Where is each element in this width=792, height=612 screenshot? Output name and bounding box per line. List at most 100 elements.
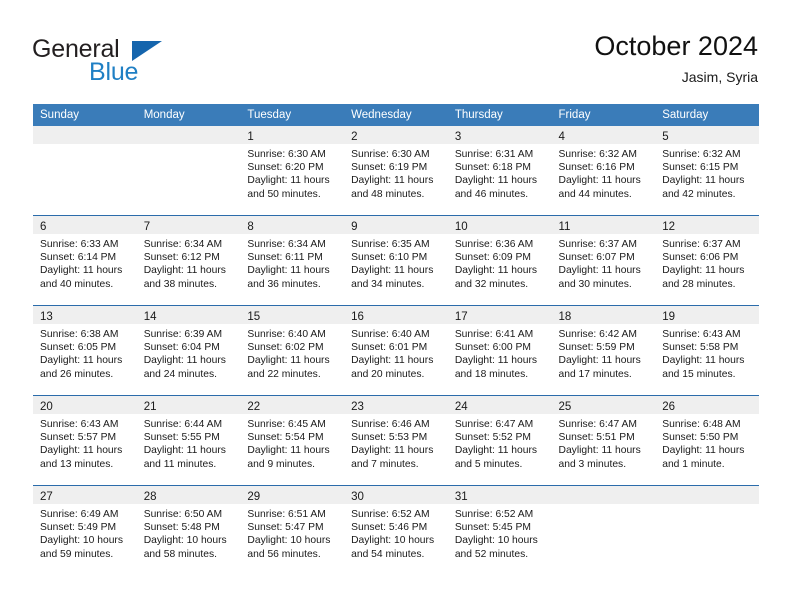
calendar-day-cell[interactable]: 28 Sunrise: 6:50 AM Sunset: 5:48 PM Dayligh…: [136, 485, 241, 575]
day-number-band: 27: [33, 486, 137, 504]
day-number-band: 7: [136, 216, 241, 234]
calendar-day-cell[interactable]: 30 Sunrise: 6:52 AM Sunset: 5:46 PM Dayligh…: [344, 485, 448, 575]
calendar-day-cell[interactable]: 8 Sunrise: 6:34 AM Sunset: 6:11 PM Daylight…: [240, 215, 345, 306]
calendar-day-cell[interactable]: 31 Sunrise: 6:52 AM Sunset: 5:45 PM Dayligh…: [447, 485, 552, 575]
daylight-duration-line2: and 54 minutes.: [351, 548, 425, 560]
calendar-day-cell[interactable]: 24 Sunrise: 6:47 AM Sunset: 5:52 PM Dayligh…: [447, 395, 552, 486]
day-number: 4: [558, 131, 565, 143]
sunset-time: Sunset: 6:11 PM: [247, 252, 323, 264]
sunrise-time: Sunrise: 6:43 AM: [662, 329, 741, 340]
calendar-day-cell[interactable]: 17 Sunrise: 6:41 AM Sunset: 6:00 PM Dayligh…: [447, 305, 552, 396]
calendar-day-cell[interactable]: 14 Sunrise: 6:39 AM Sunset: 6:04 PM Dayligh…: [136, 305, 241, 396]
day-cell-details: Sunrise: 6:34 AM Sunset: 6:12 PM Daylight:…: [137, 234, 241, 291]
calendar-day-cell[interactable]: 6 Sunrise: 6:33 AM Sunset: 6:14 PM Daylight…: [33, 215, 137, 306]
calendar-day-cell[interactable]: 4 Sunrise: 6:32 AM Sunset: 6:16 PM Daylight…: [551, 126, 656, 216]
calendar-day-cell[interactable]: 13 Sunrise: 6:38 AM Sunset: 6:05 PM Dayligh…: [33, 305, 137, 396]
sunrise-time: Sunrise: 6:47 AM: [454, 419, 534, 430]
sunrise-time: Sunrise: 6:36 AM: [454, 239, 534, 250]
daylight-duration-line1: Daylight: 11 hours: [558, 445, 641, 457]
calendar-day-cell-empty: [33, 126, 137, 216]
day-cell-details: Sunrise: 6:45 AM Sunset: 5:54 PM Daylight:…: [240, 414, 344, 471]
calendar-day-cell[interactable]: 3 Sunrise: 6:31 AM Sunset: 6:18 PM Daylight…: [447, 126, 552, 216]
daylight-duration-line1: Daylight: 11 hours: [454, 355, 538, 367]
day-number: 8: [247, 221, 254, 233]
day-cell-details: Sunrise: 6:32 AM Sunset: 6:16 PM Daylight:…: [552, 144, 656, 201]
sunrise-time: Sunrise: 6:32 AM: [662, 149, 741, 160]
sunrise-time: Sunrise: 6:44 AM: [143, 419, 223, 430]
daylight-duration-line2: and 5 minutes.: [454, 458, 523, 470]
weekday-header-thursday: Thursday: [447, 104, 552, 126]
daylight-duration-line2: and 56 minutes.: [247, 548, 321, 560]
daylight-duration-line1: Daylight: 11 hours: [558, 175, 641, 187]
calendar-day-cell[interactable]: 2 Sunrise: 6:30 AM Sunset: 6:19 PM Daylight…: [344, 126, 448, 216]
day-number-band: 9: [344, 216, 448, 234]
calendar-day-cell[interactable]: 10 Sunrise: 6:36 AM Sunset: 6:09 PM Dayligh…: [447, 215, 552, 306]
daylight-duration-line1: Daylight: 11 hours: [247, 265, 330, 277]
calendar-day-cell[interactable]: 22 Sunrise: 6:45 AM Sunset: 5:54 PM Dayligh…: [240, 395, 345, 486]
sunrise-time: Sunrise: 6:43 AM: [40, 419, 119, 430]
calendar-day-cell[interactable]: 9 Sunrise: 6:35 AM Sunset: 6:10 PM Daylight…: [344, 215, 448, 306]
calendar-day-cell[interactable]: 11 Sunrise: 6:37 AM Sunset: 6:07 PM Dayligh…: [551, 215, 656, 306]
calendar-day-cell[interactable]: 29 Sunrise: 6:51 AM Sunset: 5:47 PM Dayligh…: [240, 485, 345, 575]
day-number: 12: [662, 221, 676, 233]
day-number: 13: [40, 311, 53, 323]
calendar-week-row: 27 Sunrise: 6:49 AM Sunset: 5:49 PM Dayligh…: [33, 485, 759, 575]
calendar-day-cell[interactable]: 27 Sunrise: 6:49 AM Sunset: 5:49 PM Dayligh…: [33, 485, 137, 575]
calendar-day-cell[interactable]: 26 Sunrise: 6:48 AM Sunset: 5:50 PM Dayligh…: [655, 395, 759, 486]
weekday-header-friday: Friday: [551, 104, 656, 126]
sunrise-time: Sunrise: 6:39 AM: [143, 329, 223, 340]
sunset-time: Sunset: 6:18 PM: [454, 162, 531, 174]
calendar-day-cell[interactable]: 7 Sunrise: 6:34 AM Sunset: 6:12 PM Daylight…: [136, 215, 241, 306]
day-number: 1: [247, 131, 254, 143]
sunrise-time: Sunrise: 6:34 AM: [143, 239, 223, 250]
daylight-duration-line2: and 15 minutes.: [662, 368, 736, 380]
daylight-duration-line2: and 36 minutes.: [247, 278, 321, 290]
day-cell-details: Sunrise: 6:40 AM Sunset: 6:01 PM Daylight:…: [344, 324, 448, 381]
sunset-time: Sunset: 6:19 PM: [351, 162, 428, 174]
day-cell-details: Sunrise: 6:47 AM Sunset: 5:52 PM Daylight:…: [448, 414, 552, 471]
daylight-duration-line1: Daylight: 11 hours: [558, 355, 641, 367]
calendar-day-cell[interactable]: 1 Sunrise: 6:30 AM Sunset: 6:20 PM Daylight…: [240, 126, 345, 216]
day-number-band: 29: [240, 486, 345, 504]
calendar-day-cell[interactable]: 20 Sunrise: 6:43 AM Sunset: 5:57 PM Dayligh…: [33, 395, 137, 486]
calendar-day-cell[interactable]: 18 Sunrise: 6:42 AM Sunset: 5:59 PM Dayligh…: [551, 305, 656, 396]
daylight-duration-line1: Daylight: 10 hours: [454, 535, 538, 547]
daylight-duration-line1: Daylight: 11 hours: [247, 355, 330, 367]
calendar-day-cell[interactable]: 12 Sunrise: 6:37 AM Sunset: 6:06 PM Dayligh…: [655, 215, 759, 306]
calendar-day-cell[interactable]: 15 Sunrise: 6:40 AM Sunset: 6:02 PM Dayligh…: [240, 305, 345, 396]
daylight-duration-line1: Daylight: 11 hours: [558, 265, 641, 277]
sunrise-time: Sunrise: 6:47 AM: [558, 419, 637, 430]
day-cell-details: Sunrise: 6:34 AM Sunset: 6:11 PM Daylight:…: [240, 234, 344, 291]
calendar-table-wrapper: Sunday Monday Tuesday Wednesday Thursday…: [33, 104, 759, 575]
calendar-day-cell[interactable]: 5 Sunrise: 6:32 AM Sunset: 6:15 PM Daylight…: [655, 126, 759, 216]
daylight-duration-line2: and 3 minutes.: [558, 458, 627, 470]
day-number-band: 14: [136, 306, 241, 324]
sunrise-time: Sunrise: 6:40 AM: [351, 329, 430, 340]
calendar-day-cell[interactable]: 16 Sunrise: 6:40 AM Sunset: 6:01 PM Dayligh…: [344, 305, 448, 396]
calendar-day-cell[interactable]: 21 Sunrise: 6:44 AM Sunset: 5:55 PM Dayligh…: [136, 395, 241, 486]
calendar-day-cell[interactable]: 19 Sunrise: 6:43 AM Sunset: 5:58 PM Dayligh…: [655, 305, 759, 396]
day-number: 21: [143, 401, 157, 413]
sunset-time: Sunset: 5:48 PM: [143, 522, 220, 534]
sunset-time: Sunset: 5:47 PM: [247, 522, 324, 534]
calendar-week-row: 20 Sunrise: 6:43 AM Sunset: 5:57 PM Dayligh…: [33, 395, 759, 486]
daylight-duration-line2: and 28 minutes.: [662, 278, 736, 290]
daylight-duration-line1: Daylight: 11 hours: [143, 265, 226, 277]
sunset-time: Sunset: 5:46 PM: [351, 522, 428, 534]
day-number: 30: [351, 491, 364, 503]
day-number-band: 20: [33, 396, 137, 414]
sunrise-time: Sunrise: 6:52 AM: [351, 509, 430, 520]
sunset-time: Sunset: 5:58 PM: [662, 342, 739, 354]
calendar-day-cell[interactable]: 25 Sunrise: 6:47 AM Sunset: 5:51 PM Dayligh…: [551, 395, 656, 486]
sunset-time: Sunset: 5:51 PM: [558, 432, 635, 444]
calendar-week-row: 13 Sunrise: 6:38 AM Sunset: 6:05 PM Dayligh…: [33, 305, 759, 396]
day-cell-details: Sunrise: 6:41 AM Sunset: 6:00 PM Daylight:…: [448, 324, 552, 381]
daylight-duration-line1: Daylight: 11 hours: [143, 355, 226, 367]
day-cell-details: Sunrise: 6:43 AM Sunset: 5:58 PM Daylight:…: [655, 324, 759, 381]
sunset-time: Sunset: 6:06 PM: [662, 252, 739, 264]
calendar-week-row: 6 Sunrise: 6:33 AM Sunset: 6:14 PM Daylight…: [33, 215, 759, 306]
day-number: 3: [454, 131, 462, 143]
day-number: 19: [662, 311, 676, 323]
day-number-band: 16: [344, 306, 448, 324]
calendar-day-cell[interactable]: 23 Sunrise: 6:46 AM Sunset: 5:53 PM Dayligh…: [344, 395, 448, 486]
